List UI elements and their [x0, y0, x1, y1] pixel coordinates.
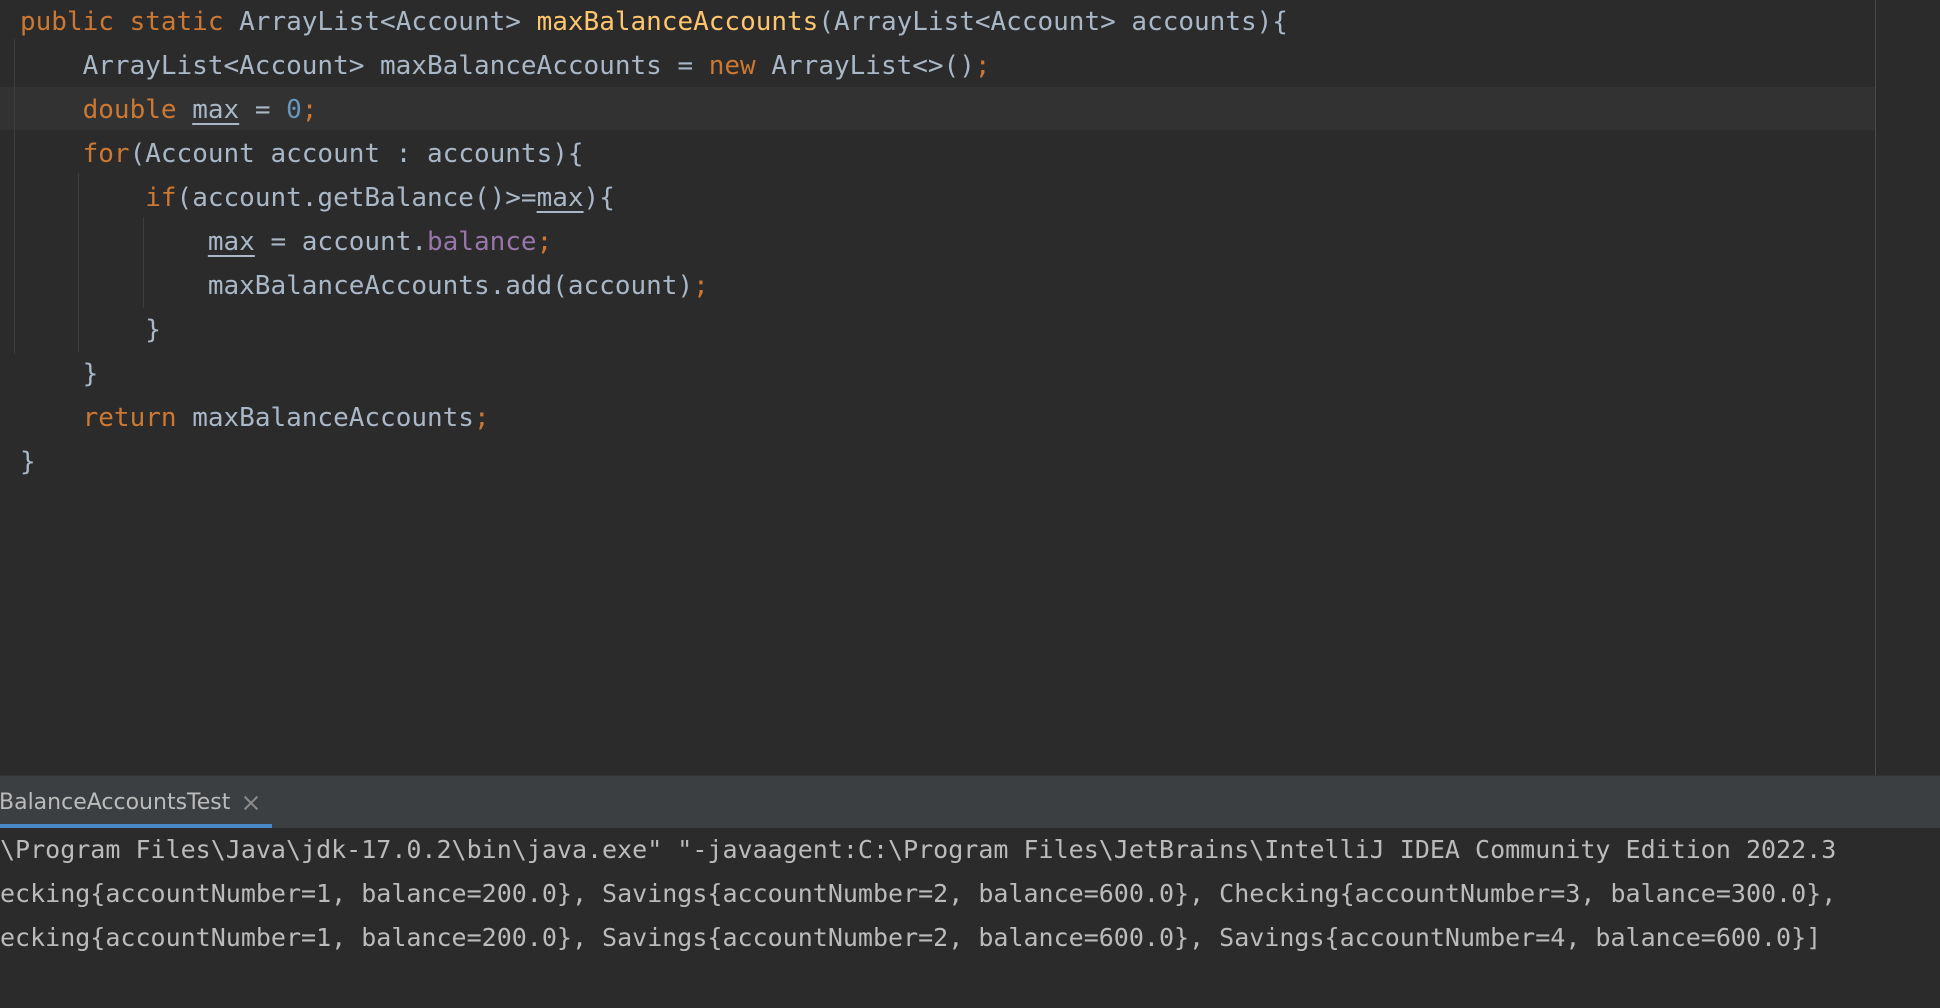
code-token: } — [20, 447, 36, 477]
code-token: ArrayList<Account> — [239, 7, 537, 37]
right-margin-guide — [1875, 0, 1876, 775]
ide-window: public static ArrayList<Account> maxBala… — [0, 0, 1940, 1008]
code-token: max — [207, 227, 255, 257]
console-line: ecking{accountNumber=1, balance=200.0}, … — [0, 879, 1837, 908]
run-tool-window: BalanceAccountsTest \Program Files\Java\… — [0, 775, 1940, 1008]
code-token: (Account account : accounts){ — [129, 139, 584, 169]
code-line: maxBalanceAccounts.add(account); — [20, 264, 709, 308]
code-token: ; — [693, 271, 709, 301]
code-editor[interactable]: public static ArrayList<Account> maxBala… — [0, 0, 1940, 775]
code-token: ){ — [583, 183, 615, 213]
code-line: max = account.balance; — [20, 220, 552, 264]
code-token: = — [239, 95, 287, 125]
code-line: if(account.getBalance()>=max){ — [20, 176, 615, 220]
code-token: } — [20, 315, 161, 345]
code-token: max — [192, 95, 240, 125]
code-token: ; — [301, 95, 318, 125]
code-token: double — [82, 95, 193, 125]
code-token: new — [708, 51, 772, 81]
run-tab[interactable]: BalanceAccountsTest — [0, 776, 272, 829]
code-token: ; — [974, 51, 991, 81]
code-token: ArrayList<Account> maxBalanceAccounts = — [20, 51, 709, 81]
code-token: } — [20, 359, 99, 389]
code-line: } — [20, 308, 161, 352]
code-token: ; — [473, 403, 490, 433]
code-token: (ArrayList<Account> accounts){ — [818, 7, 1288, 37]
close-icon[interactable] — [242, 794, 260, 812]
run-tab-label: BalanceAccountsTest — [0, 790, 231, 815]
code-token: = account. — [254, 227, 427, 257]
console-output[interactable]: \Program Files\Java\jdk-17.0.2\bin\java.… — [0, 828, 1940, 1008]
code-line: double max = 0; — [20, 88, 318, 132]
code-token: ; — [536, 227, 553, 257]
code-line: } — [20, 440, 36, 484]
code-line: ArrayList<Account> maxBalanceAccounts = … — [20, 44, 991, 88]
code-token: 0 — [286, 95, 302, 125]
code-token: ArrayList<>() — [771, 51, 975, 81]
code-token: maxBalanceAccounts — [192, 403, 474, 433]
code-line: return maxBalanceAccounts; — [20, 396, 490, 440]
code-token: for — [82, 139, 130, 169]
console-line: ecking{accountNumber=1, balance=200.0}, … — [0, 923, 1822, 952]
code-line: public static ArrayList<Account> maxBala… — [20, 0, 1288, 44]
code-token: (account.getBalance()>= — [176, 183, 537, 213]
code-token: maxBalanceAccounts — [536, 7, 819, 37]
code-token: max — [536, 183, 584, 213]
code-token: return — [82, 403, 193, 433]
code-token: if — [145, 183, 177, 213]
indent-guide — [14, 39, 15, 354]
code-line: } — [20, 352, 99, 396]
run-tab-bar: BalanceAccountsTest — [0, 775, 1940, 829]
code-line: for(Account account : accounts){ — [20, 132, 584, 176]
code-token: maxBalanceAccounts.add(account) — [20, 271, 694, 301]
code-token: public static — [20, 7, 240, 37]
console-line: \Program Files\Java\jdk-17.0.2\bin\java.… — [0, 835, 1837, 864]
code-token: balance — [427, 227, 537, 257]
